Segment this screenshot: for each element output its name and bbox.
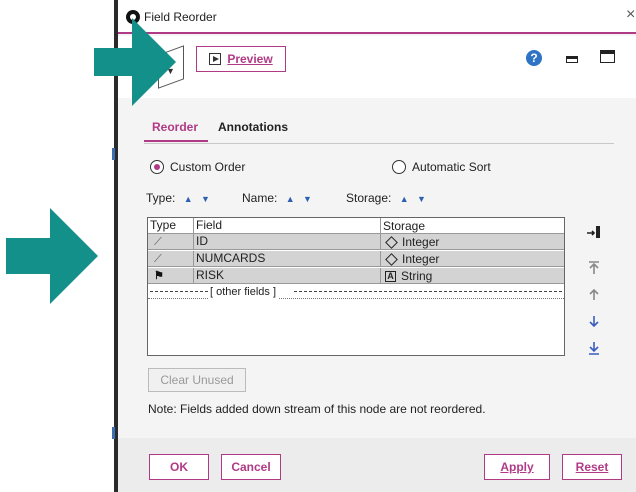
sort-storage-label: Storage: <box>346 191 392 205</box>
sort-type-descending-icon[interactable]: ▼ <box>201 194 210 204</box>
minimize-icon[interactable] <box>566 56 578 63</box>
table-cell-storage: Integer <box>381 234 564 250</box>
storage-value: String <box>401 268 433 283</box>
move-up-icon[interactable] <box>584 284 604 304</box>
other-fields-label: [ other fields ] <box>208 285 279 299</box>
column-header-storage[interactable]: Storage <box>381 218 564 234</box>
sort-storage-ascending-icon[interactable]: ▲ <box>400 194 409 204</box>
callout-arrow-icon <box>6 208 98 304</box>
column-header-type[interactable]: Type <box>148 218 194 234</box>
table-cell-storage: Integer <box>381 251 564 267</box>
field-reorder-dialog: Field Reorder × ▼ Preview ? Reorder Anno… <box>118 0 636 492</box>
table-cell-storage: A String <box>381 268 564 284</box>
custom-order-label: Custom Order <box>170 160 246 174</box>
move-down-icon[interactable] <box>584 312 604 332</box>
dashed-rule <box>294 291 562 292</box>
maximize-icon[interactable] <box>600 50 615 63</box>
move-to-bottom-icon[interactable] <box>584 338 604 358</box>
apply-button[interactable]: Apply <box>484 454 550 480</box>
clear-unused-button[interactable]: Clear Unused <box>148 368 246 392</box>
dialog-footer: OK Cancel Apply Reset <box>118 438 636 492</box>
reorder-note: Note: Fields added down stream of this n… <box>148 402 486 416</box>
background-window-marker <box>112 427 115 439</box>
dashed-rule <box>150 291 208 292</box>
radio-unselected-icon <box>392 160 406 174</box>
storage-value: Integer <box>402 234 440 249</box>
table-cell-type: ⚑ <box>148 268 194 284</box>
active-tab-indicator <box>144 140 208 142</box>
string-a-icon: A <box>385 270 396 282</box>
radio-selected-icon <box>150 160 164 174</box>
custom-order-radio[interactable]: Custom Order <box>150 160 245 174</box>
sort-type-ascending-icon[interactable]: ▲ <box>184 194 193 204</box>
automatic-sort-label: Automatic Sort <box>412 160 491 174</box>
diamond-icon <box>385 252 398 266</box>
table-row[interactable]: ⟋ ID Integer <box>148 234 564 250</box>
automatic-sort-radio[interactable]: Automatic Sort <box>392 160 491 174</box>
diamond-icon <box>385 235 398 249</box>
sort-by-name: Name: ▲ ▼ <box>242 191 312 205</box>
tab-divider <box>144 143 614 144</box>
other-fields-row[interactable]: [ other fields ] <box>148 285 564 299</box>
table-row[interactable]: ⚑ RISK A String <box>148 268 564 284</box>
move-to-top-icon[interactable] <box>584 258 604 278</box>
ok-button[interactable]: OK <box>149 454 209 480</box>
table-cell-type: ⟋ <box>148 234 194 250</box>
toolbar: ▼ Preview ? <box>118 36 636 98</box>
preview-button[interactable]: Preview <box>196 46 286 72</box>
table-row[interactable]: ⟋ NUMCARDS Integer <box>148 251 564 267</box>
cancel-button[interactable]: Cancel <box>221 454 281 480</box>
flag-icon: ⚑ <box>154 270 164 282</box>
sort-name-label: Name: <box>242 191 278 205</box>
table-cell-field: NUMCARDS <box>194 251 381 267</box>
sort-by-storage: Storage: ▲ ▼ <box>346 191 426 205</box>
sort-by-type: Type: ▲ ▼ <box>146 191 210 205</box>
insert-fields-icon[interactable] <box>584 222 604 242</box>
table-cell-field: RISK <box>194 268 381 284</box>
screenshot-stage: Field Reorder × ▼ Preview ? Reorder Anno… <box>0 0 636 492</box>
preview-button-label: Preview <box>227 52 273 66</box>
continuous-icon: ⟋ <box>154 236 162 248</box>
help-icon[interactable]: ? <box>526 50 542 66</box>
field-order-table[interactable]: Type Field Storage ⟋ ID Integer ⟋ NUMCAR… <box>147 217 565 356</box>
table-cell-field: ID <box>194 234 381 250</box>
sort-name-descending-icon[interactable]: ▼ <box>303 194 312 204</box>
play-icon <box>209 53 222 65</box>
sort-storage-descending-icon[interactable]: ▼ <box>417 194 426 204</box>
sort-type-label: Type: <box>146 191 176 205</box>
sort-name-ascending-icon[interactable]: ▲ <box>286 194 295 204</box>
close-icon[interactable]: × <box>626 6 635 24</box>
background-window-marker <box>112 148 115 160</box>
title-bar: Field Reorder × <box>118 0 636 34</box>
table-cell-type: ⟋ <box>148 251 194 267</box>
storage-value: Integer <box>402 251 440 266</box>
tab-annotations[interactable]: Annotations <box>218 120 288 134</box>
continuous-icon: ⟋ <box>154 253 162 265</box>
column-header-field[interactable]: Field <box>194 218 381 234</box>
tab-reorder[interactable]: Reorder <box>152 120 198 134</box>
reset-button[interactable]: Reset <box>562 454 622 480</box>
table-header: Type Field Storage <box>148 218 564 234</box>
callout-arrow-icon <box>94 18 176 106</box>
